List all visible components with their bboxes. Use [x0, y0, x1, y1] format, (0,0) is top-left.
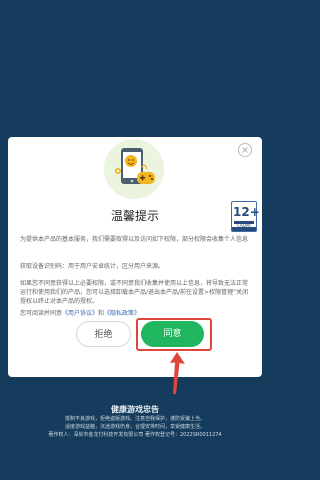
- device-id-permission-text: 获取设备识别码：用于用户安卓统计，区分用户来源。: [20, 263, 165, 270]
- reject-button[interactable]: 拒绝: [76, 321, 131, 347]
- notice-line-1: 抵制不良游戏，拒绝盗版游戏。注意自我保护，谨防受骗上当。: [64, 416, 205, 422]
- agree-highlight-box: [136, 318, 212, 351]
- dialog-title: 温馨提示: [110, 209, 159, 223]
- notice-line-2: 适度游戏益脑，沉迷游戏伤身。合理安排时间，享受健康生活。: [64, 424, 205, 430]
- read-prefix-text: 您可阅读并同意: [20, 310, 63, 317]
- notice-copyright: 著作权人：深圳市金龙付科技开发有限公司 著作权登记号：2022SR0011274: [48, 432, 222, 438]
- refusal-notice-text: 如果您不同意获得以上必要权限，或不同意我们收集并使用以上信息，将导致无法正常运行…: [20, 280, 249, 305]
- age-rating-caption: [232, 227, 256, 231]
- privacy-policy-link[interactable]: 《隐私政策》: [104, 310, 140, 317]
- close-button[interactable]: [238, 143, 252, 157]
- user-agreement-link[interactable]: 《用户协议》: [62, 310, 98, 317]
- arrow-up-icon: [170, 352, 185, 394]
- permission-intro-text: 为提供本产品的基本服务，我们需要取得以及访问如下权限，部分权限会收集个人信息: [20, 236, 249, 243]
- notice-title: 健康游戏忠告: [111, 405, 159, 414]
- phone-controller-icon: [101, 136, 167, 202]
- agreement-links-line: 您可阅读并同意《用户协议》和《隐私政策》: [20, 309, 250, 318]
- close-icon: [242, 147, 248, 153]
- health-game-notice: 健康游戏忠告 抵制不良游戏，拒绝盗版游戏。注意自我保护，谨防受骗上当。 适度游戏…: [0, 404, 270, 439]
